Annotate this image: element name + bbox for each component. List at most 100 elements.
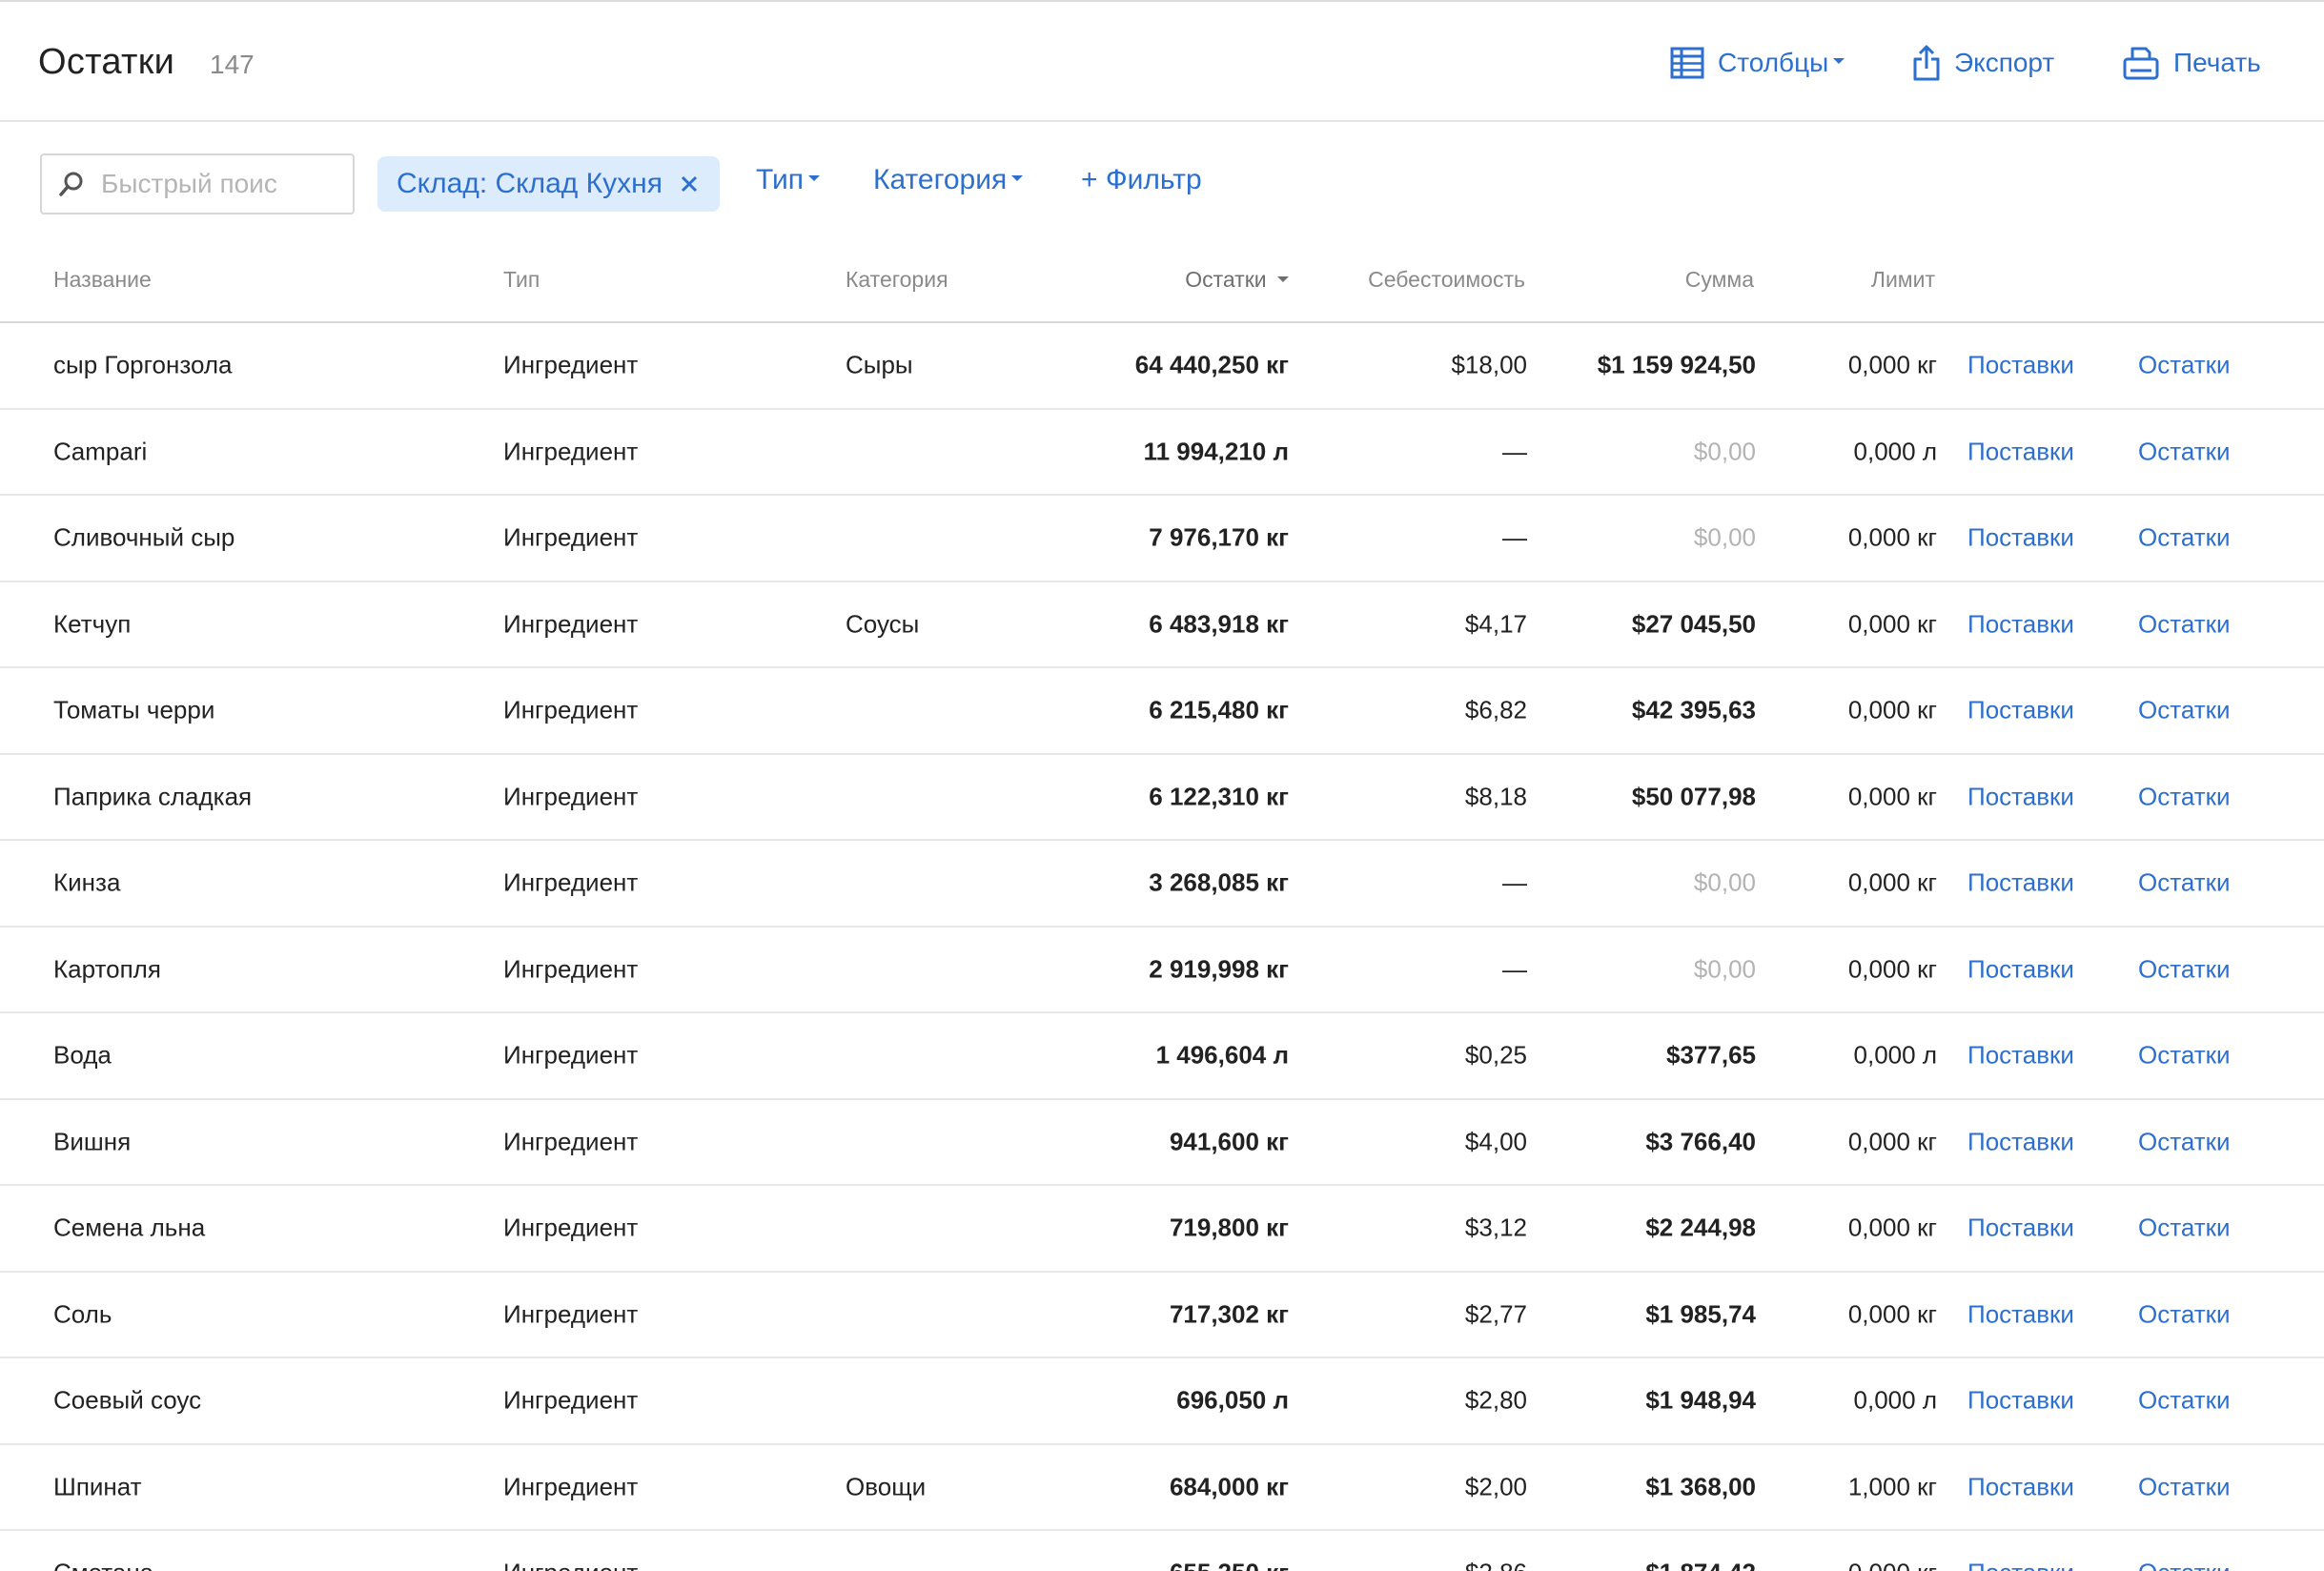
item-sum: $1 948,94 bbox=[1645, 1385, 1756, 1415]
item-name: Вода bbox=[53, 1040, 112, 1070]
item-limit: 0,000 кг bbox=[1847, 522, 1937, 552]
table-row[interactable]: Томаты черри Ингредиент 6 215,480 кг $6,82 $… bbox=[0, 668, 2324, 755]
stock-link[interactable]: Остатки bbox=[2138, 1559, 2231, 1571]
printer-icon bbox=[2123, 47, 2159, 80]
close-icon[interactable] bbox=[680, 174, 699, 194]
supplies-link[interactable]: Поставки bbox=[1967, 1041, 2074, 1071]
stock-link[interactable]: Остатки bbox=[2138, 1127, 2231, 1156]
table-row[interactable]: Кетчуп Ингредиент Соусы 6 483,918 кг $4,17 $2… bbox=[0, 582, 2324, 668]
item-sum: $1 159 924,50 bbox=[1597, 350, 1756, 379]
supplies-link[interactable]: Поставки bbox=[1967, 1559, 2074, 1571]
item-stock: 11 994,210 л bbox=[1143, 437, 1289, 466]
supplies-link[interactable]: Поставки bbox=[1967, 609, 2074, 639]
item-count: 147 bbox=[210, 50, 255, 79]
item-stock: 2 919,998 кг bbox=[1149, 954, 1289, 984]
item-type: Ингредиент bbox=[503, 609, 639, 639]
content-area: Остатки 147 Столбцы Экспорт Печать Быстр… bbox=[0, 0, 2324, 1571]
warehouse-chip-label: Склад: Склад Кухня bbox=[397, 168, 663, 199]
print-label: Печать bbox=[2173, 48, 2261, 77]
columns-label: Столбцы bbox=[1718, 48, 1829, 77]
chevron-down-icon bbox=[808, 175, 821, 181]
item-stock: 719,800 кг bbox=[1169, 1213, 1289, 1242]
supplies-link[interactable]: Поставки bbox=[1967, 868, 2074, 898]
item-limit: 0,000 кг bbox=[1847, 695, 1937, 724]
item-name: Кинза bbox=[53, 867, 121, 897]
item-cost: $8,18 bbox=[1464, 782, 1527, 811]
stock-link[interactable]: Остатки bbox=[2138, 1386, 2231, 1416]
table-row[interactable]: Кинза Ингредиент 3 268,085 кг — $0,00 0,000 к… bbox=[0, 841, 2324, 928]
stock-link[interactable]: Остатки bbox=[2138, 782, 2231, 811]
supplies-link[interactable]: Поставки bbox=[1967, 1299, 2074, 1329]
stock-link[interactable]: Остатки bbox=[2138, 609, 2231, 639]
item-name: Шпинат bbox=[53, 1472, 142, 1501]
column-header-name[interactable]: Название bbox=[53, 267, 152, 293]
table-row[interactable]: Картопля Ингредиент 2 919,998 кг — $0,00 0,00… bbox=[0, 928, 2324, 1013]
stock-link[interactable]: Остатки bbox=[2138, 1214, 2231, 1243]
stock-link[interactable]: Остатки bbox=[2138, 1472, 2231, 1501]
quick-search[interactable] bbox=[40, 153, 355, 214]
stock-link[interactable]: Остатки bbox=[2138, 954, 2231, 984]
supplies-link[interactable]: Поставки bbox=[1967, 696, 2074, 725]
column-header-type[interactable]: Тип bbox=[503, 267, 540, 293]
supplies-link[interactable]: Поставки bbox=[1967, 1214, 2074, 1243]
table-row[interactable]: Вода Ингредиент 1 496,604 л $0,25 $377,65 0,0… bbox=[0, 1013, 2324, 1100]
export-button[interactable]: Экспорт bbox=[1912, 42, 2054, 84]
sort-desc-icon bbox=[1277, 275, 1289, 282]
column-header-sum[interactable]: Сумма bbox=[1685, 267, 1754, 293]
column-header-limit[interactable]: Лимит bbox=[1871, 267, 1935, 293]
column-header-cost[interactable]: Себестоимость bbox=[1368, 267, 1525, 293]
column-header-category[interactable]: Категория bbox=[846, 267, 948, 293]
item-type: Ингредиент bbox=[503, 954, 639, 984]
table-row[interactable]: Паприка сладкая Ингредиент 6 122,310 кг $8,… bbox=[0, 755, 2324, 841]
stock-link[interactable]: Остатки bbox=[2138, 437, 2231, 466]
supplies-link[interactable]: Поставки bbox=[1967, 437, 2074, 466]
item-name: Картопля bbox=[53, 954, 161, 984]
search-input[interactable] bbox=[101, 169, 330, 199]
item-type: Ингредиент bbox=[503, 1127, 639, 1156]
table-row[interactable]: Вишня Ингредиент 941,600 кг $4,00 $3 766,40 0… bbox=[0, 1100, 2324, 1186]
stock-link[interactable]: Остатки bbox=[2138, 351, 2231, 380]
item-cost: $2,77 bbox=[1464, 1299, 1527, 1329]
column-header-stock[interactable]: Остатки bbox=[1185, 267, 1289, 293]
item-stock: 3 268,085 кг bbox=[1149, 867, 1289, 897]
stock-link[interactable]: Остатки bbox=[2138, 523, 2231, 553]
supplies-link[interactable]: Поставки bbox=[1967, 1472, 2074, 1501]
supplies-link[interactable]: Поставки bbox=[1967, 1386, 2074, 1416]
stock-link[interactable]: Остатки bbox=[2138, 696, 2231, 725]
table-row[interactable]: Шпинат Ингредиент Овощи 684,000 кг $2,00 $1 3… bbox=[0, 1445, 2324, 1531]
item-sum: $1 874,42 bbox=[1645, 1559, 1756, 1571]
item-limit: 0,000 кг bbox=[1847, 1299, 1937, 1329]
category-filter-label: Категория bbox=[873, 164, 1008, 195]
category-filter-dropdown[interactable]: Категория bbox=[873, 164, 1024, 196]
item-cost: $6,82 bbox=[1464, 695, 1527, 724]
print-button[interactable]: Печать bbox=[2122, 42, 2261, 84]
table-row[interactable]: Сливочный сыр Ингредиент 7 976,170 кг — $0,0… bbox=[0, 496, 2324, 582]
item-cost: — bbox=[1502, 954, 1527, 984]
table-row[interactable]: сыр Горгонзола Ингредиент Сыры 64 440,250 к… bbox=[0, 323, 2324, 410]
table-row[interactable]: Сметана Ингредиент 655,250 кг $2,86 $1 874,4… bbox=[0, 1531, 2324, 1571]
supplies-link[interactable]: Поставки bbox=[1967, 523, 2074, 553]
supplies-link[interactable]: Поставки bbox=[1967, 1127, 2074, 1156]
item-category: Сыры bbox=[846, 350, 913, 379]
table-row[interactable]: Соль Ингредиент 717,302 кг $2,77 $1 985,74 0,… bbox=[0, 1273, 2324, 1358]
table-row[interactable]: Соевый соус Ингредиент 696,050 л $2,80 $1 94… bbox=[0, 1358, 2324, 1445]
supplies-link[interactable]: Поставки bbox=[1967, 782, 2074, 811]
table-row[interactable]: Семена льна Ингредиент 719,800 кг $3,12 $2 2… bbox=[0, 1186, 2324, 1273]
stock-link[interactable]: Остатки bbox=[2138, 1041, 2231, 1071]
stock-link[interactable]: Остатки bbox=[2138, 1299, 2231, 1329]
item-type: Ингредиент bbox=[503, 522, 639, 552]
warehouse-filter-chip[interactable]: Склад: Склад Кухня bbox=[377, 156, 720, 212]
type-filter-dropdown[interactable]: Тип bbox=[756, 164, 821, 196]
item-limit: 0,000 кг bbox=[1847, 782, 1937, 811]
stock-link[interactable]: Остатки bbox=[2138, 868, 2231, 898]
table-row[interactable]: Campari Ингредиент 11 994,210 л — $0,00 0,000… bbox=[0, 410, 2324, 496]
item-name: Паприка сладкая bbox=[53, 782, 253, 811]
item-cost: $0,25 bbox=[1464, 1040, 1527, 1070]
add-filter-button[interactable]: + Фильтр bbox=[1081, 164, 1202, 196]
columns-button[interactable]: Столбцы bbox=[1670, 42, 1845, 84]
item-cost: $2,86 bbox=[1465, 1559, 1527, 1571]
chevron-down-icon bbox=[1833, 58, 1845, 64]
supplies-link[interactable]: Поставки bbox=[1967, 351, 2074, 380]
supplies-link[interactable]: Поставки bbox=[1967, 954, 2074, 984]
item-sum: $0,00 bbox=[1693, 522, 1756, 552]
